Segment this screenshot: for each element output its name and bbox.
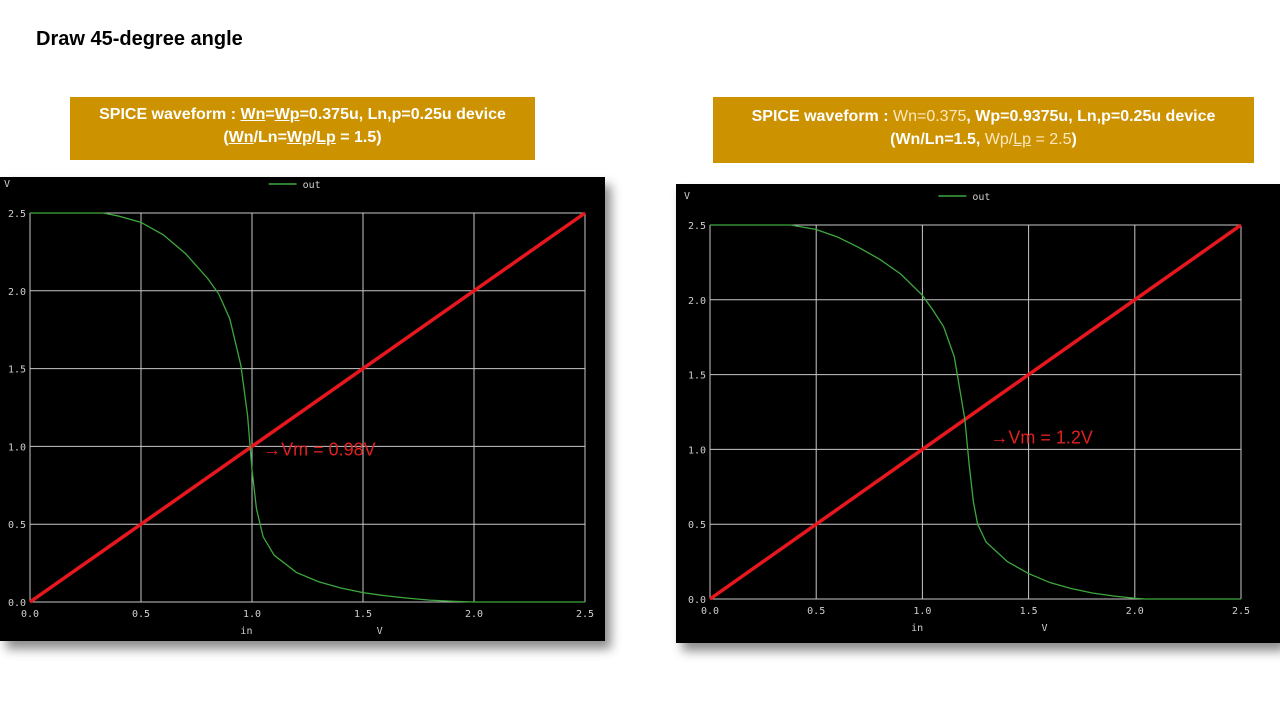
x-tick-label: 2.5: [1232, 606, 1250, 617]
y-unit-label: V: [684, 191, 690, 202]
y-tick-label: 0.0: [688, 595, 706, 606]
caption-left-line2: (Wn/Ln=Wp/Lp = 1.5): [70, 126, 535, 149]
spice-plot-right: 0.0 0.5 1.0 1.5 2.0 2.5 0.0 0.5 1.0 1.5 2.0 2.5 Vin V…: [676, 184, 1280, 643]
y-tick-label: 2.0: [8, 287, 26, 298]
y-tick-label: 1.0: [8, 442, 26, 453]
caption-left-label: SPICE waveform :: [99, 106, 237, 123]
y-tick-label: 0.5: [688, 520, 706, 531]
caption-left-rest: =0.375u, Ln,p=0.25u device: [299, 106, 506, 123]
caption-right-wn: Wn=0.375: [888, 108, 967, 125]
vm-annotation: →Vm = 1.2V: [990, 427, 1093, 447]
caption-left-wp: Wp: [274, 106, 300, 123]
caption-right: SPICE waveform : Wn=0.375, Wp=0.9375u, L…: [713, 97, 1254, 163]
caption-left-line1: SPICE waveform : Wn=Wp=0.375u, Ln,p=0.25…: [70, 103, 535, 126]
x-tick-label: 1.5: [354, 609, 372, 620]
caption-right-rest: , Wp=0.9375u, Ln,p=0.25u device: [966, 108, 1216, 125]
y-tick-label: 1.5: [8, 365, 26, 376]
legend-label: out: [972, 192, 990, 203]
x-tick-label: 1.0: [243, 609, 261, 620]
spice-plot-right-svg: 0.0 0.5 1.0 1.5 2.0 2.5 0.0 0.5 1.0 1.5 2.0 2.5 Vin V…: [684, 191, 1250, 634]
y-tick-label: 2.5: [8, 209, 26, 220]
caption-left-l2-wn: Wn: [228, 129, 254, 146]
caption-left-l2-mid1: /Ln=: [253, 129, 287, 146]
caption-right-l2-a: (Wn/Ln=1.5,: [890, 131, 985, 148]
y-tick-label: 0.0: [8, 598, 26, 609]
x-tick-label: 0.0: [21, 609, 39, 620]
slide-title: Draw 45-degree angle: [36, 28, 243, 50]
legend-label: out: [303, 180, 321, 191]
x-unit-label: V: [377, 626, 383, 637]
diagonal-45-line: [28, 211, 587, 604]
spice-plot-left: 0.0 0.5 1.0 1.5 2.0 2.5 0.0 0.5 1.0 1.5 2.0 2.5 Vin V…: [0, 177, 605, 641]
caption-left-eq: =: [265, 106, 275, 123]
caption-left-l2-lp: Lp: [316, 129, 336, 146]
caption-right-line1: SPICE waveform : Wn=0.375, Wp=0.9375u, L…: [713, 105, 1254, 128]
x-axis-label: in: [240, 626, 252, 637]
caption-left-wn: Wn: [240, 106, 266, 123]
x-tick-label: 2.0: [1126, 606, 1144, 617]
caption-right-l2-val: = 2.5: [1031, 131, 1072, 148]
spice-plot-left-svg: 0.0 0.5 1.0 1.5 2.0 2.5 0.0 0.5 1.0 1.5 2.0 2.5 Vin V…: [4, 179, 594, 637]
caption-right-l2-wp: Wp/: [984, 131, 1014, 148]
caption-left-l2-rest: = 1.5): [335, 129, 382, 146]
x-tick-label: 1.0: [913, 606, 931, 617]
x-tick-label: 2.0: [465, 609, 483, 620]
y-tick-label: 2.5: [688, 221, 706, 232]
y-tick-label: 1.5: [688, 371, 706, 382]
x-tick-label: 0.5: [807, 606, 825, 617]
vm-annotation: →Vm = 0.98V: [263, 440, 376, 460]
x-tick-label: 0.0: [701, 606, 719, 617]
caption-left: SPICE waveform : Wn=Wp=0.375u, Ln,p=0.25…: [70, 97, 535, 160]
x-axis-label: in: [911, 623, 923, 634]
caption-right-l2-lp: Lp: [1013, 131, 1032, 148]
caption-right-label: SPICE waveform :: [751, 108, 889, 125]
diagonal-45-line: [708, 223, 1243, 601]
x-tick-label: 2.5: [576, 609, 594, 620]
y-tick-label: 0.5: [8, 520, 26, 531]
y-unit-label: V: [4, 179, 10, 190]
caption-left-l2-wp: Wp: [286, 129, 312, 146]
x-tick-label: 1.5: [1020, 606, 1038, 617]
y-tick-label: 2.0: [688, 296, 706, 307]
x-unit-label: V: [1042, 623, 1048, 634]
caption-right-line2: (Wn/Ln=1.5, Wp/Lp = 2.5): [713, 128, 1254, 151]
caption-right-l2-close: ): [1071, 131, 1077, 148]
x-tick-label: 0.5: [132, 609, 150, 620]
y-tick-label: 1.0: [688, 445, 706, 456]
